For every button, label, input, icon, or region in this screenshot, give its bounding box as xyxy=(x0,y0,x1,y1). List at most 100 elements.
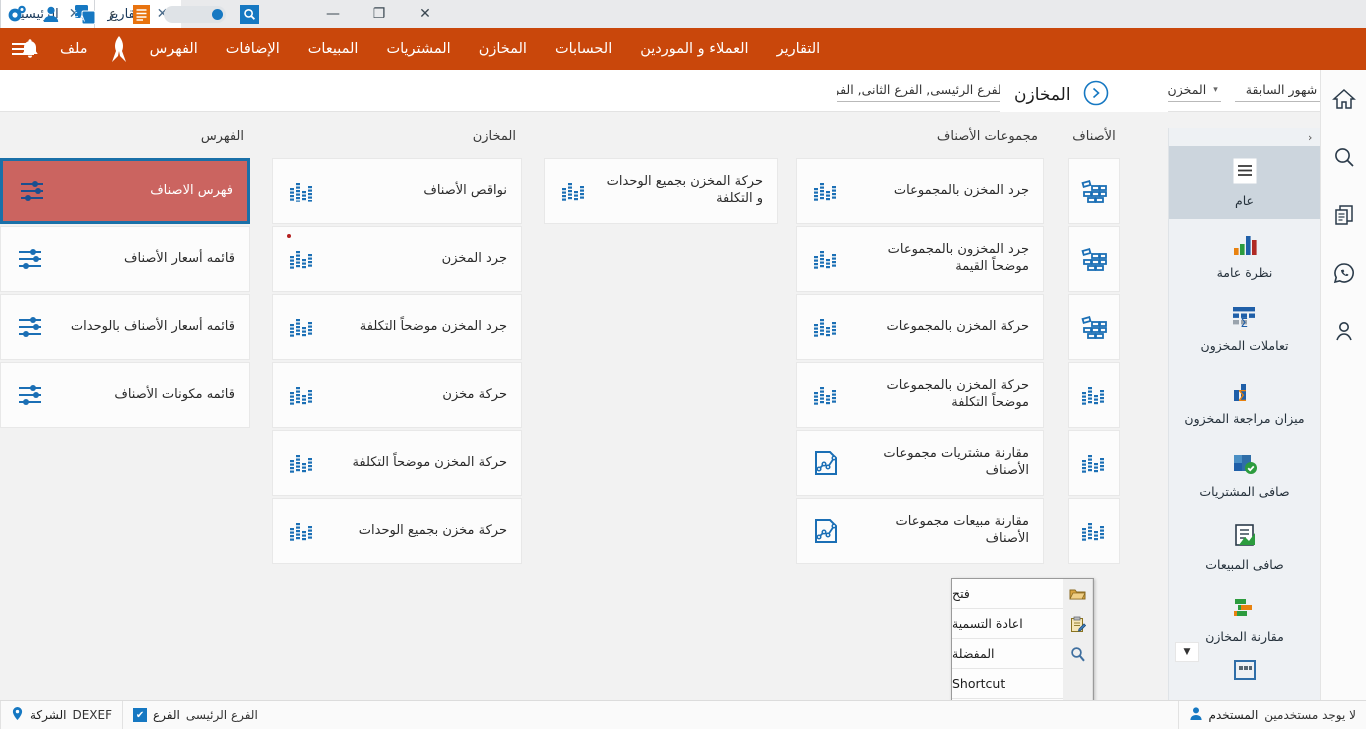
expand-arrow-icon[interactable] xyxy=(1083,80,1109,110)
close-window-button[interactable]: ✕ xyxy=(402,0,448,28)
bricks-icon xyxy=(1080,178,1108,204)
report-card-movement-cost[interactable]: حركة المخزن موضحاً التكلفة xyxy=(272,430,522,496)
report-card-stocktake[interactable]: جرد المخزن xyxy=(272,226,522,292)
sidebar-item-overview-label: نظرة عامة xyxy=(1216,265,1273,281)
report-card-label: حركة المخزن بجميع الوحدات و التكلفة xyxy=(606,174,763,206)
home-icon[interactable] xyxy=(1321,70,1366,128)
notifications-bell-icon[interactable] xyxy=(8,28,52,70)
ribbon-icon xyxy=(102,34,136,64)
list-icon[interactable] xyxy=(124,0,158,28)
column-wide-title xyxy=(544,112,778,158)
svg-text:Σ: Σ xyxy=(1240,316,1248,330)
report-card-group-movement[interactable]: حركة المخزن بالمجموعات xyxy=(796,294,1044,360)
restore-window-button[interactable]: ❐ xyxy=(356,0,402,28)
user-icon[interactable] xyxy=(34,0,68,28)
context-menu-item-favorite[interactable]: المفضلة xyxy=(952,639,1063,669)
menu-item-purchases[interactable]: المشتريات xyxy=(372,28,464,70)
sidebar-item-overview[interactable]: نظرة عامة xyxy=(1169,219,1320,292)
report-card-item-components[interactable]: قائمه مكونات الأصناف xyxy=(0,362,250,428)
whatsapp-icon[interactable] xyxy=(1321,244,1366,302)
sidebar-item-inventory-trial-balance[interactable]: Σ ميزان مراجعة المخزون xyxy=(1169,365,1320,438)
compare-bars-icon xyxy=(1229,596,1261,625)
toggle-switch[interactable] xyxy=(158,0,232,28)
report-card-shortages[interactable]: نواقص الأصناف xyxy=(272,158,522,224)
magnifier-icon xyxy=(1063,639,1092,669)
report-card-group-stocktake[interactable]: جرد المخزن بالمجموعات xyxy=(796,158,1044,224)
menu-item-sales[interactable]: المبيعات xyxy=(294,28,373,70)
nav-collapse-button[interactable]: › xyxy=(1169,128,1320,146)
equalizer-icon xyxy=(811,180,841,202)
menu-item-index[interactable]: الفهرس xyxy=(136,28,212,70)
doc-chart-icon xyxy=(1229,522,1261,553)
report-card-asnaf-2[interactable] xyxy=(1068,226,1120,292)
bricks-icon xyxy=(1080,246,1108,272)
report-card-group-movement-cost[interactable]: حركة المخزن بالمجموعات موضحاً التكلفة xyxy=(796,362,1044,428)
sidebar-item-net-purchases[interactable]: صافى المشتريات xyxy=(1169,438,1320,511)
context-menu-item-rename[interactable]: اعادة التسمية xyxy=(952,609,1063,639)
report-card-stocktake-cost[interactable]: جرد المخزن موضحاً التكلفة xyxy=(272,294,522,360)
column-makhazen-title: المخازن xyxy=(472,129,516,144)
equalizer-icon xyxy=(811,316,841,338)
report-card-label: حركة مخزن بجميع الوحدات xyxy=(358,522,507,538)
menu-item-customers-suppliers[interactable]: العملاء و الموردين xyxy=(626,28,762,70)
report-card-movement-all-units[interactable]: حركة مخزن بجميع الوحدات xyxy=(272,498,522,564)
context-menu-item-open[interactable]: فتح xyxy=(952,579,1063,609)
menu-item-warehouses[interactable]: المخازن xyxy=(465,28,541,70)
location-pin-icon xyxy=(11,706,24,724)
gear-icon[interactable] xyxy=(0,0,34,28)
language-indicator[interactable]: ع xyxy=(102,0,124,28)
column-wide: حركة المخزن بجميع الوحدات و التكلفة xyxy=(544,112,796,700)
table-sum-icon: Σ xyxy=(1229,303,1261,334)
user-icon xyxy=(1189,706,1203,724)
menu-item-file[interactable]: ملف xyxy=(46,28,102,70)
sidebar-item-net-sales[interactable]: صافى المبيعات xyxy=(1169,511,1320,584)
report-card-item-price-list[interactable]: قائمه أسعار الأصناف xyxy=(0,226,250,292)
report-card-asnaf-3[interactable] xyxy=(1068,294,1120,360)
report-card-asnaf-6[interactable] xyxy=(1068,498,1120,564)
report-card-compare-group-sales[interactable]: مقارنة مبيعات مجموعات الأصناف xyxy=(796,498,1044,564)
report-card-asnaf-1[interactable] xyxy=(1068,158,1120,224)
unread-dot xyxy=(287,234,291,238)
report-card-compare-group-purchases[interactable]: مقارنة مشتريات مجموعات الأصناف xyxy=(796,430,1044,496)
status-company[interactable]: الشركة DEXEF xyxy=(0,700,122,729)
menu-item-addons[interactable]: الإضافات xyxy=(212,28,294,70)
report-card-asnaf-4[interactable] xyxy=(1068,362,1120,428)
status-user[interactable]: المستخدم لا يوجد مستخدمين xyxy=(1177,700,1366,729)
menu-item-reports[interactable]: التقارير xyxy=(763,28,835,70)
report-card-label: مقارنة مبيعات مجموعات الأصناف xyxy=(895,514,1029,546)
minimize-window-button[interactable]: — xyxy=(310,0,356,28)
report-card-item-price-list-units[interactable]: قائمه أسعار الأصناف بالوحدات xyxy=(0,294,250,360)
status-user-value: لا يوجد مستخدمين xyxy=(1264,708,1356,722)
nav-scroll-down-button[interactable]: ▼ xyxy=(1175,642,1199,662)
list-icon xyxy=(1230,156,1260,189)
report-card-group-stocktake-value[interactable]: جرد المخزون بالمجموعات موضحاً القيمة xyxy=(796,226,1044,292)
sidebar-item-inventory-transactions-label: تعاملات المخزون xyxy=(1200,338,1289,354)
report-card-label: جرد المخزن موضحاً التكلفة xyxy=(359,318,507,334)
report-card-label: قائمه أسعار الأصناف بالوحدات xyxy=(70,318,235,334)
documents-icon[interactable] xyxy=(1321,186,1366,244)
status-branch-label: الفرع xyxy=(153,708,180,722)
checkbox-icon[interactable]: ✔ xyxy=(133,708,147,722)
sidebar-item-net-sales-label: صافى المبيعات xyxy=(1205,557,1284,573)
sidebar-item-inventory-transactions[interactable]: Σ تعاملات المخزون xyxy=(1169,292,1320,365)
translate-icon[interactable]: عA xyxy=(68,0,102,28)
column-fahras: الفهرس فهرس الاصناف قائمه أسعار الأصناف … xyxy=(0,112,272,700)
branch-filter-select[interactable]: الفرع الرئيسى, الفرع الثانى, الفرع ⌄ xyxy=(836,80,1023,102)
sidebar-item-compare-warehouses-label: مقارنة المخازن xyxy=(1205,629,1284,645)
report-card-item-index[interactable]: فهرس الاصناف xyxy=(0,158,250,224)
report-card-movement[interactable]: حركة مخزن xyxy=(272,362,522,428)
report-card-label: حركة مخزن xyxy=(442,386,507,402)
sidebar-item-general[interactable]: عام xyxy=(1169,146,1320,219)
report-card-label: قائمه أسعار الأصناف xyxy=(124,250,235,266)
report-card-movement-all-units-cost[interactable]: حركة المخزن بجميع الوحدات و التكلفة xyxy=(544,158,778,224)
search-icon[interactable] xyxy=(1321,128,1366,186)
search-icon[interactable] xyxy=(232,0,266,28)
window-toolbar: ✕ ❐ — ع عA xyxy=(0,0,448,28)
user-icon[interactable] xyxy=(1321,302,1366,360)
report-card-label: جرد المخزون بالمجموعات موضحاً القيمة xyxy=(887,242,1029,274)
report-card-asnaf-5[interactable] xyxy=(1068,430,1120,496)
status-branch[interactable]: ✔ الفرع الفرع الرئيسى xyxy=(122,700,268,729)
menu-item-accounts[interactable]: الحسابات xyxy=(541,28,626,70)
context-menu-item-shortcut[interactable]: Shortcut xyxy=(952,669,1063,699)
status-company-label: الشركة xyxy=(30,708,67,722)
